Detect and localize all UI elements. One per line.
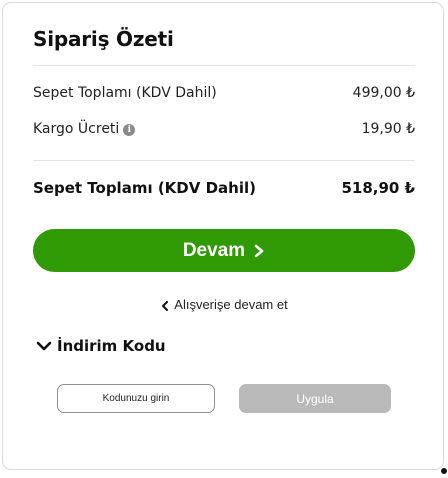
info-icon[interactable]: i — [123, 124, 136, 136]
continue-shopping-label: Alışverişe devam et — [174, 297, 288, 312]
discount-code-input[interactable] — [57, 384, 215, 413]
shipping-row: Kargo Ücreti i 19,90 ₺ — [33, 121, 415, 137]
chevron-right-icon — [254, 244, 264, 257]
total-label: Sepet Toplamı (KDV Dahil) — [33, 179, 256, 197]
continue-button[interactable]: Devam — [33, 229, 415, 272]
subtotal-row: Sepet Toplamı (KDV Dahil) 499,00 ₺ — [33, 85, 415, 101]
continue-label: Devam — [182, 239, 246, 261]
page-title: Sipariş Özeti — [33, 27, 174, 51]
divider — [33, 160, 415, 161]
subtotal-value: 499,00 ₺ — [352, 85, 415, 101]
total-value: 518,90 ₺ — [341, 179, 415, 197]
shipping-value: 19,90 ₺ — [361, 121, 415, 137]
chevron-down-icon — [36, 341, 52, 351]
corner-dot — [441, 468, 447, 474]
total-row: Sepet Toplamı (KDV Dahil) 518,90 ₺ — [33, 179, 415, 197]
apply-button[interactable]: Uygula — [239, 384, 391, 413]
discount-code-label: İndirim Kodu — [57, 337, 166, 355]
shipping-label: Kargo Ücreti — [33, 121, 120, 137]
divider — [33, 65, 415, 66]
order-summary-card: Sipariş Özeti Sepet Toplamı (KDV Dahil) … — [2, 2, 444, 470]
subtotal-label: Sepet Toplamı (KDV Dahil) — [33, 85, 217, 101]
continue-shopping-link[interactable]: Alışverişe devam et — [3, 297, 445, 312]
chevron-left-icon — [162, 300, 169, 311]
apply-label: Uygula — [296, 391, 334, 406]
shipping-label-group: Kargo Ücreti i — [33, 121, 136, 137]
discount-code-toggle[interactable]: İndirim Kodu — [36, 337, 166, 355]
